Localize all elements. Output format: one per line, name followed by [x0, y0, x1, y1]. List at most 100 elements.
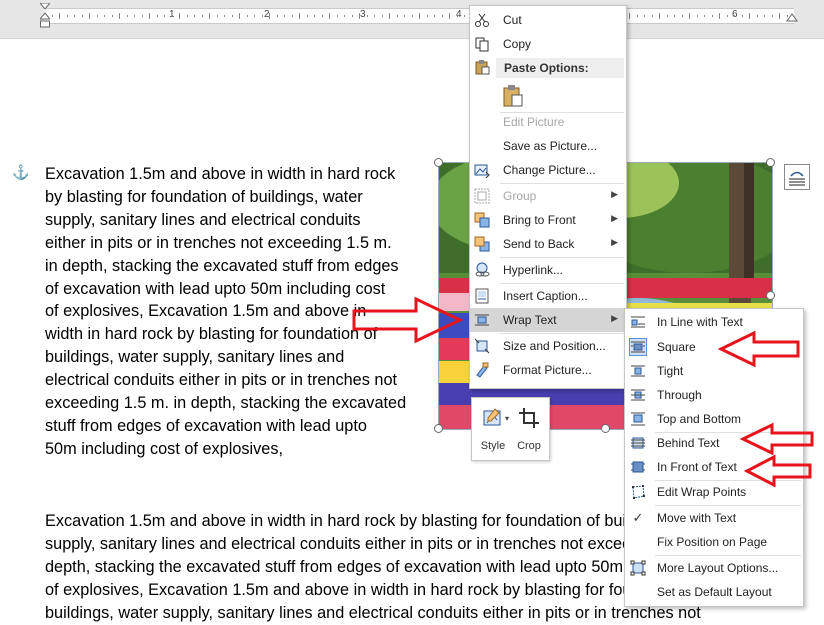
ruler-tick [396, 15, 398, 17]
text-line: stuff from edges of excavation with lead… [45, 416, 367, 435]
text-line: 50m including cost of explosives, [45, 439, 284, 458]
text-line: exceeding 1.5 m. in depth, stacking the … [45, 394, 407, 413]
red-arrow-in-front-of-text [743, 454, 812, 488]
ruler-tick [201, 15, 203, 17]
menu-item-cut[interactable]: Cut [470, 8, 626, 32]
ruler-tick [314, 15, 315, 17]
ruler-tick [239, 13, 240, 19]
ruler-tick [156, 15, 158, 17]
wrap-option-more-layout-options[interactable]: More Layout Options... [625, 556, 803, 580]
ruler-tick [711, 15, 713, 17]
layout-options-icon [630, 560, 646, 576]
ruler-tick [696, 15, 698, 17]
ruler-tick [674, 15, 675, 17]
resize-handle[interactable] [434, 424, 443, 433]
resize-handle[interactable] [434, 158, 443, 167]
text-line: Excavation 1.5m and above in width in ha… [45, 165, 396, 183]
ruler-tick [171, 15, 173, 17]
red-arrow-wrap-text [352, 296, 464, 344]
ruler-tick [299, 13, 300, 19]
menu-item-save-as-picture[interactable]: Save as Picture... [470, 134, 626, 158]
paste-options-header: Paste Options: [496, 58, 624, 78]
crop-button[interactable]: Crop [511, 402, 547, 454]
style-button[interactable]: ▾ Style [475, 402, 511, 454]
ruler-tick [119, 13, 120, 19]
ruler-tick [59, 13, 60, 19]
submenu-arrow-icon: ▶ [611, 213, 618, 223]
submenu-arrow-icon: ▶ [611, 237, 618, 247]
right-indent-marker-icon[interactable] [786, 12, 798, 22]
ruler-tick [441, 15, 443, 17]
ruler-tick [269, 13, 270, 19]
ruler-tick [381, 15, 383, 17]
anchor-icon: ⚓ [12, 164, 30, 180]
ruler-tick [194, 15, 195, 17]
menu-item-hyperlink[interactable]: Hyperlink... [470, 258, 626, 282]
ruler-tick [419, 13, 420, 19]
ruler-tick [629, 13, 630, 19]
ruler-tick [651, 15, 653, 17]
ruler-tick [186, 15, 188, 17]
ruler-tick [771, 15, 773, 17]
text-line: either in pits or in trenches not exceed… [45, 233, 392, 252]
menu-item-wrap-text[interactable]: Wrap Text ▶ [470, 308, 626, 332]
ruler-tick [449, 13, 450, 19]
ruler-tick [89, 13, 90, 19]
menu-item-size-and-position[interactable]: Size and Position... [470, 334, 626, 358]
wrap-option-set-as-default-layout[interactable]: Set as Default Layout [625, 580, 803, 604]
picture-style-icon [483, 408, 501, 426]
ruler-tick [704, 15, 705, 17]
ruler-tick [306, 15, 308, 17]
resize-handle[interactable] [601, 424, 610, 433]
ruler-tick [179, 13, 180, 19]
ruler-tick [749, 13, 750, 19]
wrap-option-fix-position-on-page[interactable]: Fix Position on Page [625, 530, 803, 554]
ruler-area: 1 2 3 4 5 6 [0, 0, 824, 39]
layout-options-icon[interactable] [784, 164, 810, 190]
ruler-tick [329, 13, 330, 19]
paste-picture-icon [502, 84, 524, 108]
menu-item-format-picture[interactable]: Format Picture... [470, 358, 626, 382]
resize-handle[interactable] [766, 291, 775, 300]
menu-item-change-picture[interactable]: Change Picture... [470, 158, 626, 182]
ruler-tick [164, 15, 165, 17]
ruler-tick [366, 15, 368, 17]
scissors-icon [474, 12, 490, 28]
menu-item-bring-to-front[interactable]: Bring to Front ▶ [470, 208, 626, 232]
submenu-arrow-icon: ▶ [611, 189, 618, 199]
horizontal-ruler[interactable]: 1 2 3 4 5 6 [44, 8, 794, 24]
ruler-tick [666, 15, 668, 17]
ruler-tick [81, 15, 83, 17]
ruler-tick [644, 15, 645, 17]
ruler-tick [389, 13, 390, 19]
indent-marker-icon[interactable] [40, 3, 50, 29]
ruler-tick [276, 15, 278, 17]
wrap-text-icon [474, 312, 490, 328]
menu-item-send-to-back[interactable]: Send to Back ▶ [470, 232, 626, 256]
ruler-tick [209, 13, 210, 19]
resize-handle[interactable] [766, 158, 775, 167]
behind-text-icon [630, 435, 646, 451]
ruler-tick [284, 15, 285, 17]
menu-item-copy[interactable]: Copy [470, 32, 626, 56]
text-line: by blasting for foundation of buildings,… [45, 187, 363, 206]
wrap-option-through[interactable]: Through [625, 383, 803, 407]
menu-item-edit-picture[interactable]: Edit Picture [470, 110, 626, 134]
paste-picture-option[interactable] [470, 81, 626, 111]
menu-item-group[interactable]: Group ▶ [470, 184, 626, 208]
text-line: electrical conduits either in pits or in… [45, 371, 398, 390]
ruler-tick [134, 15, 135, 17]
ruler-tick [141, 15, 143, 17]
insert-caption-icon [474, 288, 490, 304]
ruler-tick [96, 15, 98, 17]
ruler-tick [636, 15, 638, 17]
context-menu: Cut Copy Paste Options: Edit Picture Sav… [469, 5, 627, 389]
ruler-tick [659, 13, 660, 19]
mini-toolbar: ▾ Style Crop [471, 397, 550, 461]
ruler-tick [246, 15, 248, 17]
menu-item-insert-caption[interactable]: Insert Caption... [470, 284, 626, 308]
checkmark-icon: ✓ [632, 510, 644, 525]
wrap-option-move-with-text[interactable]: ✓ Move with Text [625, 506, 803, 530]
ruler-tick [336, 15, 338, 17]
hyperlink-icon [474, 262, 490, 278]
